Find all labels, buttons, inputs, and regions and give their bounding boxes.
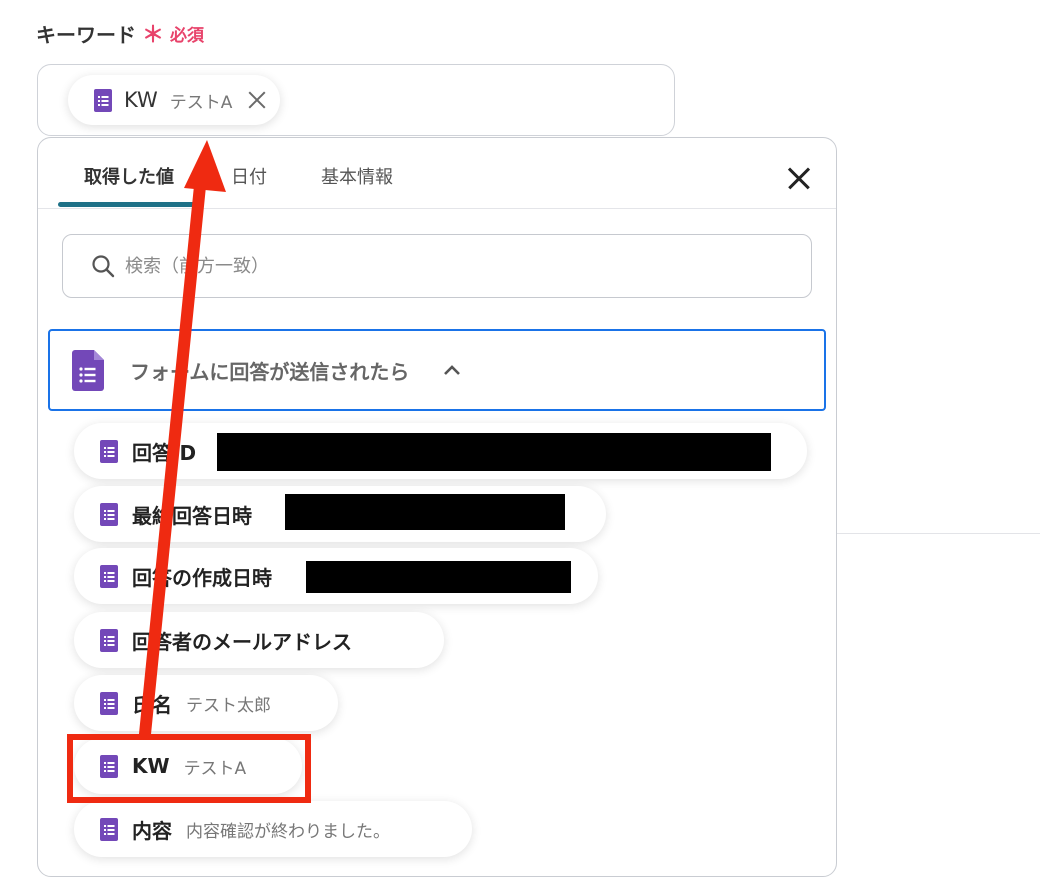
item-name: 最終回答日時	[132, 503, 252, 528]
item-value: 内容確認が終わりました。	[186, 821, 390, 842]
chip-remove-icon[interactable]	[246, 89, 268, 111]
section-title: フォームに回答が送信されたら	[130, 359, 410, 384]
section-header-form-submitted[interactable]: フォームに回答が送信されたら	[48, 329, 826, 411]
form-document-icon	[100, 691, 118, 715]
tab-basic-info[interactable]: 基本情報	[321, 158, 393, 194]
selected-value-chip[interactable]: KW テストA	[68, 75, 281, 125]
form-document-icon	[100, 439, 118, 463]
panel-tabs: 取得した値 日付 基本情報	[38, 138, 836, 209]
required-text: 必須	[170, 25, 205, 46]
search-box	[62, 234, 812, 298]
item-name: 回答ID	[132, 440, 197, 465]
form-document-icon	[100, 817, 118, 841]
form-document-icon	[100, 628, 118, 652]
form-document-icon	[100, 564, 118, 588]
redaction-bar	[306, 561, 571, 593]
annotation-highlight-box	[67, 734, 311, 803]
field-label-text: キーワード	[36, 22, 136, 47]
tab-acquired-values[interactable]: 取得した値	[84, 158, 174, 194]
tab-date[interactable]: 日付	[231, 158, 267, 194]
chevron-up-icon	[444, 365, 461, 375]
list-item-respondent-email[interactable]: 回答者のメールアドレス	[74, 612, 444, 668]
list-item-content[interactable]: 内容 内容確認が終わりました。	[74, 801, 472, 857]
item-value: テスト太郎	[186, 695, 271, 716]
item-name: 内容	[132, 818, 172, 843]
form-document-icon	[94, 88, 112, 112]
background-divider	[836, 533, 1040, 534]
redaction-bar	[285, 494, 565, 530]
google-forms-icon	[72, 349, 104, 391]
keyword-input[interactable]: KW テストA	[37, 64, 675, 136]
chip-name: KW	[124, 88, 158, 112]
form-document-icon	[100, 502, 118, 526]
active-tab-underline	[58, 202, 196, 207]
required-asterisk: ＊	[142, 23, 165, 48]
item-name: 回答の作成日時	[132, 565, 272, 590]
redaction-bar	[217, 433, 771, 471]
list-item-full-name[interactable]: 氏名 テスト太郎	[74, 675, 338, 731]
search-input[interactable]	[123, 254, 727, 278]
keyword-field-label: キーワード ＊ 必須	[36, 18, 205, 49]
item-name: 氏名	[132, 692, 172, 717]
search-icon	[92, 255, 115, 278]
item-name: 回答者のメールアドレス	[132, 629, 352, 654]
chip-value: テストA	[169, 92, 233, 113]
close-icon[interactable]	[784, 163, 814, 193]
